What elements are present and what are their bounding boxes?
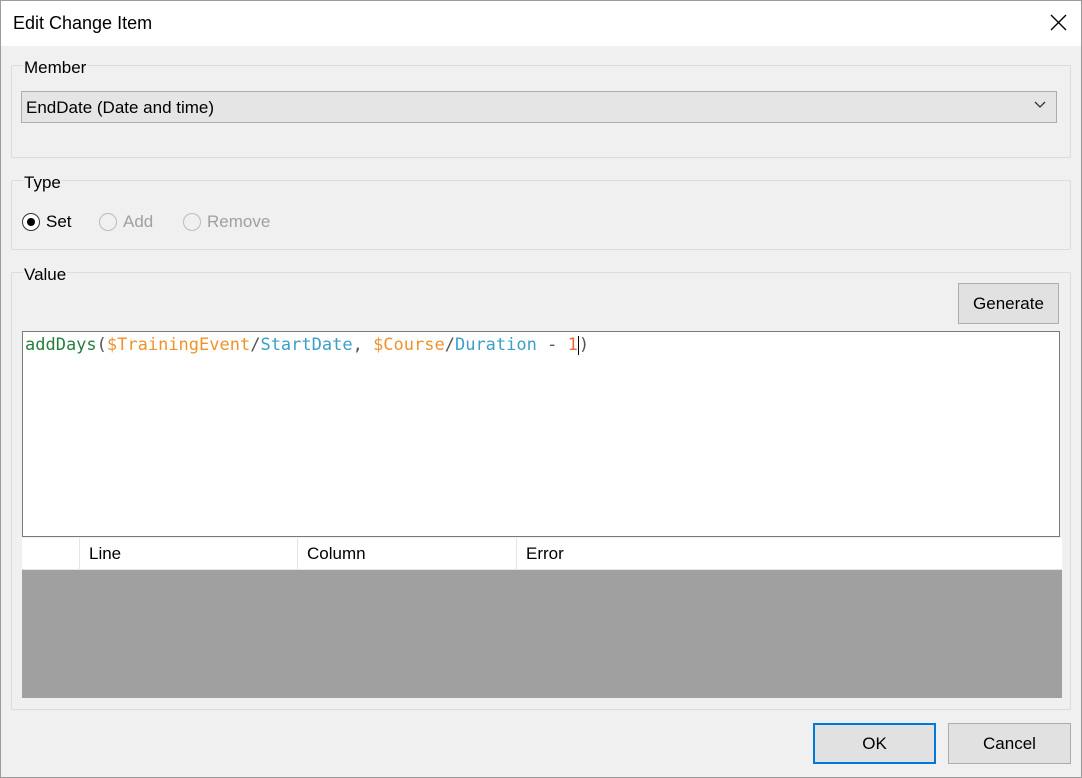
- member-dropdown[interactable]: EndDate (Date and time): [21, 91, 1057, 123]
- expr-open-paren: (: [96, 335, 107, 355]
- edit-change-item-dialog: Edit Change Item Member EndDate (Date an…: [0, 0, 1082, 778]
- expr-operator: -: [536, 335, 568, 355]
- chevron-down-icon: [1034, 101, 1046, 108]
- type-radio-add-label: Add: [123, 212, 154, 231]
- expr-separator: /: [250, 335, 261, 355]
- expr-function: addDays: [25, 335, 97, 355]
- expr-attribute: Duration: [454, 335, 537, 355]
- value-group: Value Generate addDays($TrainingEvent/St…: [11, 265, 1071, 710]
- expr-separator: /: [444, 335, 455, 355]
- type-radio-add[interactable]: Add: [99, 211, 153, 233]
- type-radio-set-label: Set: [46, 212, 72, 231]
- type-group-label: Type: [23, 173, 62, 193]
- type-radio-remove[interactable]: Remove: [183, 211, 270, 233]
- type-group: Type Set Add Remove: [11, 173, 1071, 250]
- value-group-label: Value: [23, 265, 68, 285]
- type-radio-set[interactable]: Set: [22, 211, 72, 233]
- column-header-line[interactable]: Line: [80, 538, 298, 569]
- close-icon: [1050, 14, 1067, 31]
- expr-variable: $Course: [373, 335, 445, 355]
- column-header-row-selector[interactable]: [22, 538, 80, 569]
- title-bar: Edit Change Item: [1, 1, 1081, 46]
- cancel-button[interactable]: Cancel: [948, 723, 1071, 764]
- radio-checked-icon: [22, 213, 40, 231]
- expr-variable: $TrainingEvent: [106, 335, 251, 355]
- close-button[interactable]: [1035, 1, 1081, 46]
- type-radio-remove-label: Remove: [207, 212, 271, 231]
- error-grid[interactable]: Line Column Error: [22, 538, 1062, 698]
- error-grid-header: Line Column Error: [22, 538, 1062, 570]
- generate-button[interactable]: Generate: [958, 283, 1059, 324]
- member-group-label: Member: [23, 58, 88, 78]
- radio-unchecked-icon: [183, 213, 201, 231]
- dialog-title: Edit Change Item: [13, 13, 153, 33]
- expr-attribute: StartDate: [260, 335, 353, 355]
- expression-code: addDays($TrainingEvent/StartDate, $Cours…: [25, 335, 589, 355]
- column-header-error[interactable]: Error: [517, 538, 1062, 569]
- expr-close-paren: ): [578, 335, 590, 355]
- member-group: Member EndDate (Date and time): [11, 58, 1071, 158]
- ok-button[interactable]: OK: [813, 723, 936, 764]
- member-dropdown-value: EndDate (Date and time): [26, 98, 215, 117]
- column-header-column[interactable]: Column: [298, 538, 517, 569]
- radio-unchecked-icon: [99, 213, 117, 231]
- expr-comma: ,: [352, 335, 374, 355]
- expr-number: 1: [567, 335, 578, 355]
- expression-editor[interactable]: addDays($TrainingEvent/StartDate, $Cours…: [22, 331, 1060, 537]
